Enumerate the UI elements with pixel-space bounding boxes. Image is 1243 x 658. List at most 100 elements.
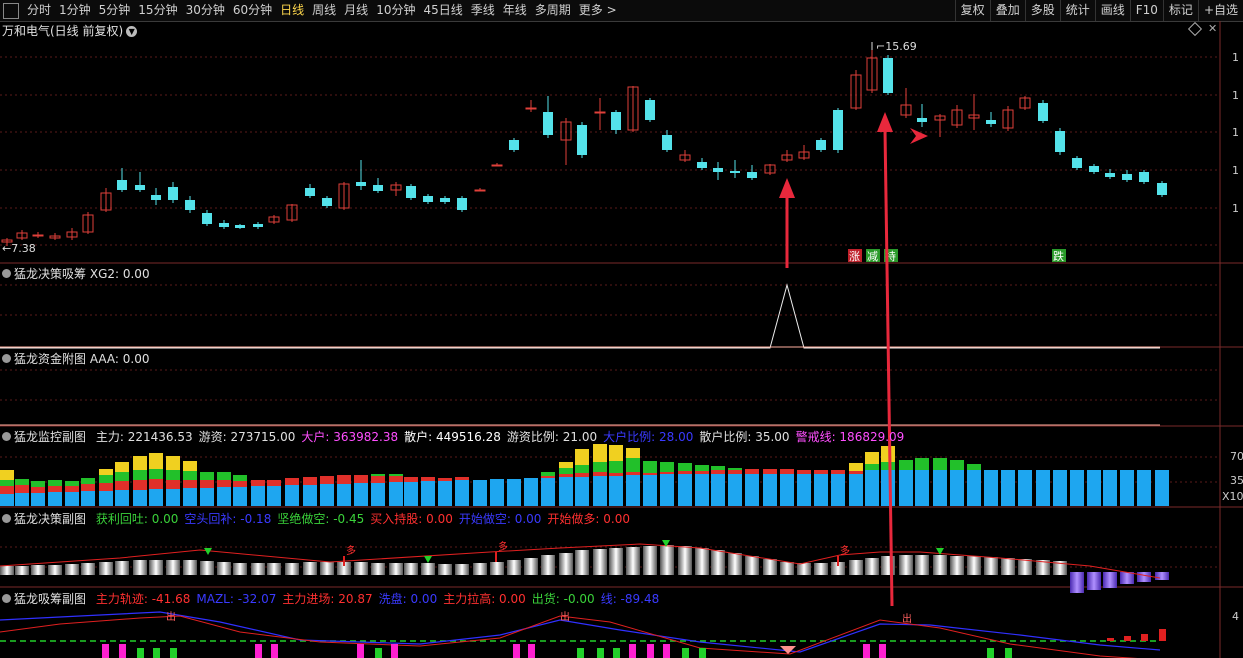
pane-settings-icon[interactable] — [2, 354, 11, 363]
chart-canvas: 11111⌐15.69←7.38涨减持跌7035X10多多多4出出出 — [0, 21, 1243, 658]
monitor-bar-red — [814, 470, 828, 474]
signal-marker-text: 涨 — [849, 250, 860, 263]
candle-body — [457, 198, 467, 210]
monitor-bar-green — [65, 481, 79, 486]
decision-bar — [389, 563, 403, 575]
chip-bar-magenta — [863, 644, 870, 658]
chip-bar-magenta — [647, 644, 654, 658]
indicator-value: 主力: 221436.53 — [95, 430, 193, 444]
axis-tick-label: 1 — [1232, 89, 1239, 102]
indicator-value: 主力轨迹: -41.68 — [95, 592, 191, 606]
monitor-bar-red — [303, 477, 317, 485]
monitor-bar-red — [320, 476, 334, 484]
decision-bar — [609, 548, 623, 575]
candle-body — [373, 185, 383, 191]
pane-label-decision[interactable]: 猛龙决策副图 获利回吐: 0.00 空头回补: -0.18 坚绝做空: -0.45 买… — [2, 510, 630, 527]
pane-label-xg2[interactable]: 猛龙决策吸筹 XG2: 0.00 — [2, 265, 150, 282]
decision-bar — [950, 556, 964, 575]
decision-bar — [115, 561, 129, 575]
decision-bar — [1137, 572, 1151, 582]
decision-bar — [763, 559, 777, 575]
indicator-value: 线: -89.48 — [600, 592, 660, 606]
monitor-bar-blue — [780, 474, 794, 506]
indicator-value: 洗盘: 0.00 — [378, 592, 438, 606]
pane-value: XG2: 0.00 — [89, 267, 150, 281]
chip-bar-magenta — [513, 644, 520, 658]
candle-body — [151, 195, 161, 200]
monitor-bar-red — [65, 486, 79, 492]
decision-bar — [865, 558, 879, 575]
indicator-value: 空头回补: -0.18 — [184, 512, 272, 526]
chip-bar-magenta — [879, 644, 886, 658]
chip-bar-magenta — [663, 644, 670, 658]
monitor-bar-red — [711, 470, 725, 474]
pane-settings-icon[interactable] — [2, 269, 11, 278]
monitor-bar-blue — [389, 482, 403, 506]
decision-bar — [849, 560, 863, 575]
decision-bar — [711, 550, 725, 575]
monitor-bar-green — [865, 464, 879, 470]
monitor-bar-blue — [915, 470, 929, 506]
candle-body — [747, 172, 757, 178]
monitor-bar-blue — [609, 476, 623, 506]
axis-tick-label: X10 — [1222, 490, 1243, 503]
monitor-bar-green — [233, 475, 247, 481]
arrow-down-icon — [204, 548, 212, 555]
pane-label-monitor[interactable]: 猛龙监控副图 主力: 221436.53 游资: 273715.00 大户: 363… — [2, 428, 904, 445]
decision-bar — [99, 562, 113, 575]
monitor-bar-green — [711, 466, 725, 470]
monitor-bar-blue — [1036, 470, 1050, 506]
pane-label-aaa[interactable]: 猛龙资金附图 AAA: 0.00 — [2, 350, 150, 367]
chip-bar-red — [1107, 638, 1114, 641]
decision-bar — [915, 555, 929, 575]
monitor-bar-yellow — [133, 456, 147, 470]
axis-tick-label: 1 — [1232, 164, 1239, 177]
monitor-bar-blue — [524, 478, 538, 506]
monitor-bar-yellow — [865, 452, 879, 464]
pane-settings-icon[interactable] — [2, 514, 11, 523]
monitor-bar-red — [15, 485, 29, 493]
monitor-bar-blue — [166, 489, 180, 506]
monitor-bar-red — [285, 478, 299, 485]
monitor-bar-blue — [15, 493, 29, 506]
chip-bar-green — [699, 648, 706, 658]
decision-bar — [814, 563, 828, 575]
monitor-bar-green — [967, 464, 981, 470]
chip-bar-green — [153, 648, 160, 658]
decision-bar — [473, 563, 487, 575]
monitor-bar-green — [915, 458, 929, 470]
chip-marker-text: 出 — [902, 612, 912, 625]
monitor-bar-green — [881, 462, 895, 470]
indicator-value: 开始做空: 0.00 — [458, 512, 542, 526]
pane-label-chip[interactable]: 猛龙吸筹副图 主力轨迹: -41.68 MAZL: -32.07 主力进场: 20.… — [2, 590, 659, 607]
indicator-value: 坚绝做空: -0.45 — [277, 512, 365, 526]
monitor-bar-green — [933, 458, 947, 470]
monitor-bar-red — [404, 477, 418, 482]
monitor-bar-blue — [933, 470, 947, 506]
decision-bar — [1087, 572, 1101, 590]
indicator-value: 警戒线: 186829.09 — [795, 430, 905, 444]
monitor-bar-blue — [251, 486, 265, 506]
candle-body — [168, 187, 178, 200]
chip-bar-green — [170, 648, 177, 658]
pane-settings-icon[interactable] — [2, 432, 11, 441]
monitor-bar-yellow — [183, 461, 197, 471]
arrow-down-icon — [424, 556, 432, 563]
candle-body — [423, 196, 433, 202]
candle-body — [1089, 166, 1099, 172]
indicator-value: 大户比例: 28.00 — [603, 430, 694, 444]
monitor-bar-green — [217, 472, 231, 480]
monitor-bar-yellow — [849, 463, 863, 471]
monitor-bar-blue — [575, 477, 589, 506]
monitor-bar-red — [133, 480, 147, 490]
candle-body — [322, 198, 332, 206]
monitor-bar-red — [354, 475, 368, 483]
pane-settings-icon[interactable] — [2, 594, 11, 603]
candle-body — [1038, 103, 1048, 121]
decision-bar — [695, 548, 709, 575]
monitor-bar-yellow — [149, 453, 163, 469]
monitor-bar-blue — [0, 494, 14, 506]
indicator-value: 获利回吐: 0.00 — [95, 512, 179, 526]
axis-tick-label: 1 — [1232, 202, 1239, 215]
monitor-bar-blue — [65, 492, 79, 506]
